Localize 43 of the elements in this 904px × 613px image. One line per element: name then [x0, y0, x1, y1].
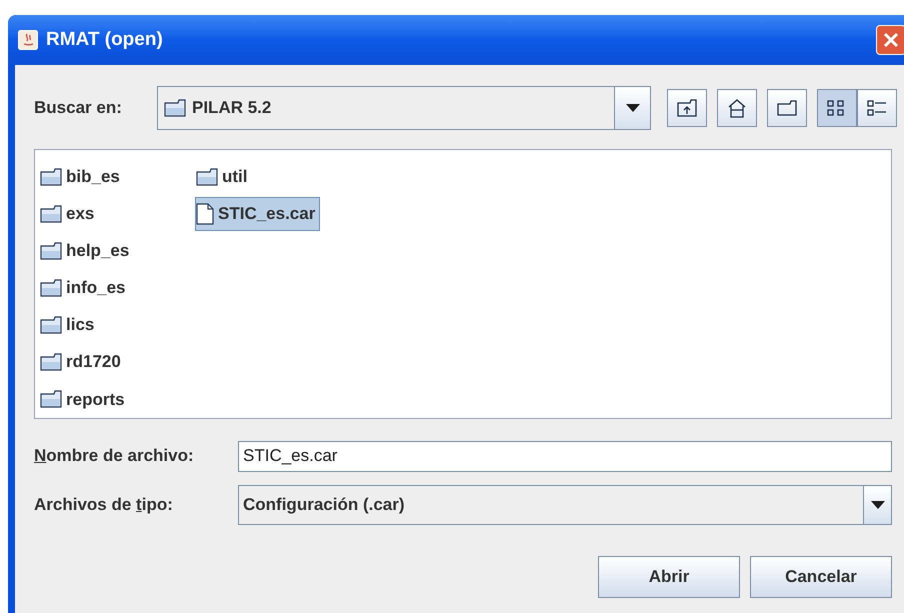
home-icon: [727, 98, 747, 118]
toolbar-button[interactable]: [857, 89, 897, 127]
file-type-label: Archivos de tipo:: [34, 494, 174, 516]
dialog-button[interactable]: Abrir: [598, 556, 740, 598]
folder-icon: [40, 390, 62, 408]
file-item[interactable]: bib_es: [39, 160, 125, 194]
caret-icon: [870, 501, 884, 509]
toolbar-button[interactable]: [767, 89, 807, 127]
file-item[interactable]: lics: [39, 308, 100, 342]
folder-icon: [196, 168, 218, 186]
app-icon: [18, 30, 38, 50]
folder-icon: [777, 100, 797, 116]
toolbar-button[interactable]: [817, 89, 857, 127]
folder-icon: [164, 99, 186, 117]
dialog-button[interactable]: Cancelar: [750, 556, 892, 598]
file-item[interactable]: util: [195, 160, 252, 194]
document-icon: [196, 202, 214, 225]
close-button[interactable]: [876, 25, 904, 55]
folder-icon: [40, 204, 62, 223]
file-item[interactable]: rd1720: [39, 345, 126, 380]
look-in-value: PILAR 5.2: [192, 97, 272, 120]
window-title: RMAT (open): [46, 28, 163, 52]
look-in-dropdown[interactable]: PILAR 5.2: [157, 86, 651, 130]
folder-icon: [40, 316, 62, 334]
file-item[interactable]: STIC_es.car: [195, 196, 320, 231]
file-item[interactable]: info_es: [39, 270, 131, 305]
toolbar-button[interactable]: [717, 89, 757, 127]
look-in-label: Buscar en:: [34, 97, 123, 120]
file-name-field[interactable]: STIC_es.car: [238, 440, 892, 472]
folder-icon: [40, 353, 62, 372]
folder-icon: [40, 278, 62, 297]
folder-icon: [40, 168, 62, 186]
file-item[interactable]: exs: [39, 196, 100, 231]
file-item[interactable]: help_es: [39, 234, 134, 268]
caret-icon: [626, 104, 640, 112]
close-icon: [883, 32, 899, 48]
toolbar-button[interactable]: [667, 89, 707, 127]
details-view-icon: [867, 99, 887, 117]
file-name-label: Nombre de archivo:: [34, 445, 195, 468]
file-type-dropdown[interactable]: Configuración (.car): [238, 485, 892, 525]
folder-icon: [40, 242, 62, 260]
folder-up-icon: [677, 99, 697, 117]
file-item[interactable]: reports: [39, 382, 130, 416]
